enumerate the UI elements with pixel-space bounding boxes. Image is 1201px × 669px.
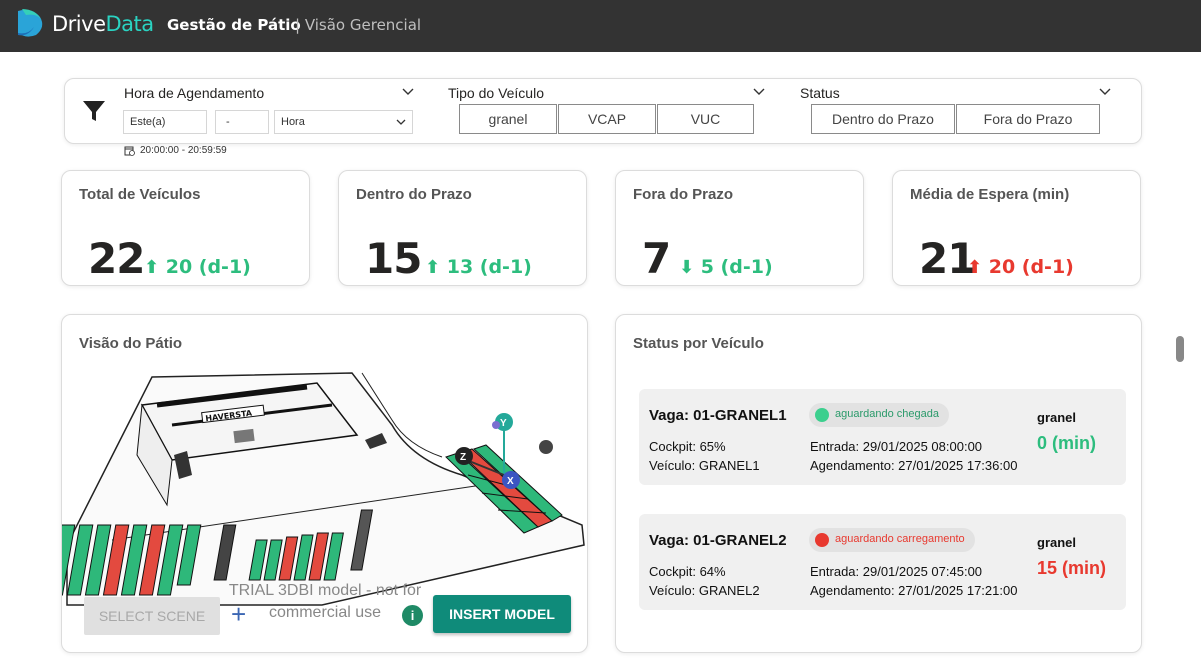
- scheduled-time: Agendamento: 27/01/2025 17:36:00: [810, 458, 1018, 473]
- kpi-card-on-time: Dentro do Prazo 15 ⬆ 13 (d-1): [338, 170, 587, 286]
- kpi-delta: ⬆ 13 (d-1): [425, 256, 532, 278]
- select-scene-button[interactable]: SELECT SCENE: [84, 597, 220, 635]
- schedule-unit-value: Hora: [281, 116, 305, 128]
- vehicle-type: granel: [1037, 410, 1077, 425]
- vehicle-id: Veículo: GRANEL2: [649, 583, 760, 598]
- filter-panel: Hora de Agendamento Este(a) - Hora Tipo …: [64, 78, 1142, 144]
- kpi-delta: ⬆ 20 (d-1): [967, 256, 1074, 278]
- vehicle-slot: Vaga: 01-GRANEL1: [649, 407, 787, 424]
- vehicle-status-panel: Status por Veículo Vaga: 01-GRANEL1 agua…: [615, 314, 1142, 653]
- scheduled-time: Agendamento: 27/01/2025 17:21:00: [810, 583, 1018, 598]
- chevron-down-icon[interactable]: [753, 88, 765, 96]
- schedule-time-range: 20:00:00 - 20:59:59: [124, 145, 227, 156]
- schedule-unit-select[interactable]: Hora: [274, 110, 413, 134]
- schedule-period-select[interactable]: Este(a): [123, 110, 207, 134]
- vehicle-type-chip-granel[interactable]: granel: [459, 104, 557, 134]
- status-badge: aguardando carregamento: [809, 528, 975, 552]
- insert-model-button[interactable]: INSERT MODEL: [433, 595, 571, 633]
- kpi-title: Média de Espera (min): [910, 186, 1070, 203]
- arrow-down-icon: ⬇: [679, 257, 695, 278]
- logo-text: DriveData: [52, 12, 154, 36]
- vehicle-type-chip-vuc[interactable]: VUC: [657, 104, 754, 134]
- status-chip-on-time[interactable]: Dentro do Prazo: [811, 104, 955, 134]
- cockpit: Cockpit: 65%: [649, 439, 726, 454]
- axis-z-label: Z: [460, 452, 466, 463]
- app-title: Gestão de Pátio: [167, 16, 301, 34]
- chevron-down-icon[interactable]: [402, 88, 414, 96]
- schedule-filter-label: Hora de Agendamento: [124, 85, 265, 101]
- kpi-card-late: Fora do Prazo 7 ⬇ 5 (d-1): [615, 170, 864, 286]
- time-range-text: 20:00:00 - 20:59:59: [140, 145, 227, 156]
- trial-watermark: TRIAL 3DBI model - not for commercial us…: [228, 582, 422, 621]
- arrow-up-icon: ⬆: [425, 257, 441, 278]
- page-scrollbar[interactable]: [1176, 336, 1184, 362]
- status-chip-late[interactable]: Fora do Prazo: [956, 104, 1100, 134]
- drivedata-logo-icon: [18, 9, 43, 37]
- info-icon[interactable]: i: [402, 605, 423, 626]
- panel-title: Status por Veículo: [633, 335, 764, 352]
- kpi-title: Total de Veículos: [79, 186, 201, 203]
- status-text: aguardando carregamento: [835, 533, 965, 545]
- filter-icon: [83, 101, 105, 121]
- vehicle-card[interactable]: Vaga: 01-GRANEL2 aguardando carregamento…: [639, 514, 1126, 610]
- status-filter-label: Status: [800, 85, 840, 101]
- kpi-delta: ⬇ 5 (d-1): [679, 256, 773, 278]
- app-subtitle: | Visão Gerencial: [295, 16, 422, 34]
- vehicle-id: Veículo: GRANEL1: [649, 458, 760, 473]
- kpi-value: 15: [365, 234, 422, 283]
- kpi-title: Dentro do Prazo: [356, 186, 472, 203]
- cockpit: Cockpit: 64%: [649, 564, 726, 579]
- schedule-count-input[interactable]: -: [215, 110, 269, 134]
- status-badge: aguardando chegada: [809, 403, 949, 427]
- axis-y-label: Y: [500, 418, 507, 429]
- chevron-down-icon[interactable]: [1099, 88, 1111, 96]
- top-bar: DriveData Gestão de Pátio | Visão Gerenc…: [0, 0, 1201, 52]
- axis-x-label: X: [507, 476, 514, 487]
- kpi-delta: ⬆ 20 (d-1): [144, 256, 251, 278]
- kpi-card-avg-wait: Média de Espera (min) 21 ⬆ 20 (d-1): [892, 170, 1141, 286]
- vehicle-card[interactable]: Vaga: 01-GRANEL1 aguardando chegada gran…: [639, 389, 1126, 485]
- status-text: aguardando chegada: [835, 408, 939, 420]
- wait-time: 15 (min): [1037, 558, 1107, 578]
- kpi-card-total: Total de Veículos 22 ⬆ 20 (d-1): [61, 170, 310, 286]
- yard-3d-model[interactable]: HAVERSTA Y X Z: [62, 365, 588, 610]
- vehicle-type-chip-vcap[interactable]: VCAP: [558, 104, 656, 134]
- vehicle-type: granel: [1037, 535, 1077, 550]
- entry-time: Entrada: 29/01/2025 08:00:00: [810, 439, 983, 454]
- entry-time: Entrada: 29/01/2025 07:45:00: [810, 564, 983, 579]
- yard-view-panel: Visão do Pátio HAVERSTA Y X Z SELECT SCE…: [61, 314, 588, 653]
- status-dot-icon: [815, 408, 829, 422]
- calendar-clock-icon: [124, 146, 135, 156]
- kpi-title: Fora do Prazo: [633, 186, 734, 203]
- arrow-up-icon: ⬆: [144, 257, 160, 278]
- chevron-down-icon: [396, 119, 406, 125]
- panel-title: Visão do Pátio: [79, 335, 183, 352]
- vehicle-type-filter-label: Tipo do Veículo: [448, 85, 544, 101]
- kpi-value: 7: [642, 234, 671, 283]
- arrow-up-icon: ⬆: [967, 257, 983, 278]
- status-dot-icon: [815, 533, 829, 547]
- wait-time: 0 (min): [1037, 433, 1097, 453]
- kpi-value: 22: [88, 234, 145, 283]
- vehicle-slot: Vaga: 01-GRANEL2: [649, 532, 787, 549]
